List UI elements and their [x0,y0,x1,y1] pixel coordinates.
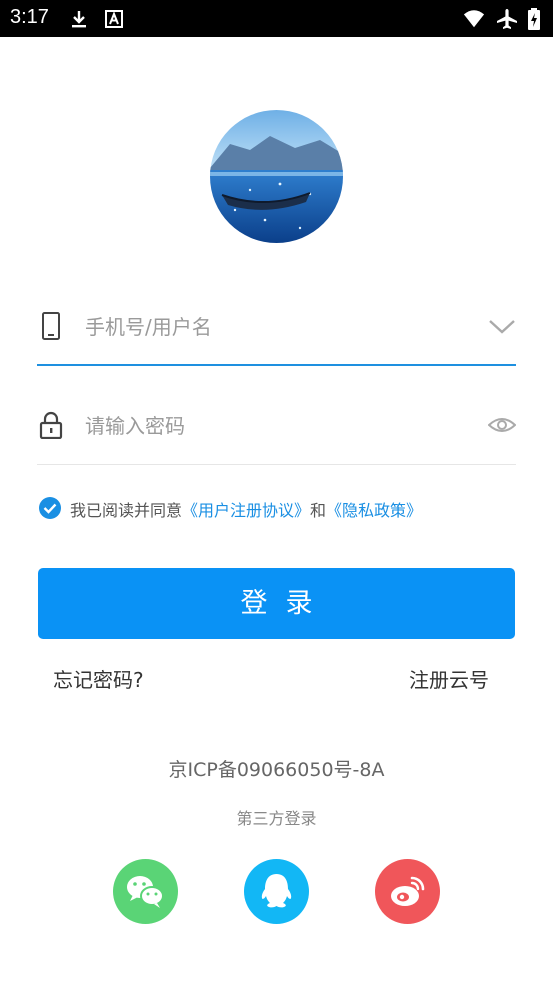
user-agreement-link[interactable]: 《用户注册协议》 [182,501,310,520]
qq-icon [261,874,292,908]
register-link[interactable]: 注册云号 [409,664,489,693]
lock-icon [39,411,63,439]
status-bar: 3:17 [0,0,553,37]
battery-icon [528,8,540,30]
third-party-title: 第三方登录 [236,809,317,828]
avatar[interactable] [210,110,343,243]
password-underline [37,464,516,465]
agreement-prefix: 我已阅读并同意 [70,501,183,520]
username-placeholder: 手机号/用户名 [85,315,212,339]
phone-icon [42,312,60,340]
chevron-down-icon[interactable] [488,312,516,340]
airplane-icon [497,9,517,29]
login-button[interactable]: 登录 [38,568,515,639]
weibo-login-button[interactable] [375,859,440,924]
weibo-icon [391,876,425,906]
status-time: 3:17 [10,6,49,28]
icp-license: 京ICP备09066050号-8A [168,759,385,781]
password-field[interactable]: 请输入密码 [37,399,516,465]
agreement-checkbox[interactable] [39,497,61,519]
username-field[interactable]: 手机号/用户名 [37,300,516,366]
text-a-icon [105,10,123,28]
download-icon [72,11,86,28]
qq-login-button[interactable] [244,859,309,924]
wifi-icon [463,10,485,28]
wechat-login-button[interactable] [113,859,178,924]
privacy-policy-link[interactable]: 《隐私政策》 [326,501,422,520]
boat-lake-image [210,110,343,243]
check-icon [43,503,57,514]
wechat-icon [127,876,164,908]
agreement-and: 和 [310,501,327,520]
forgot-password-link[interactable]: 忘记密码? [53,664,144,693]
eye-icon[interactable] [488,411,516,439]
username-underline [37,364,516,366]
password-placeholder: 请输入密码 [85,414,185,438]
